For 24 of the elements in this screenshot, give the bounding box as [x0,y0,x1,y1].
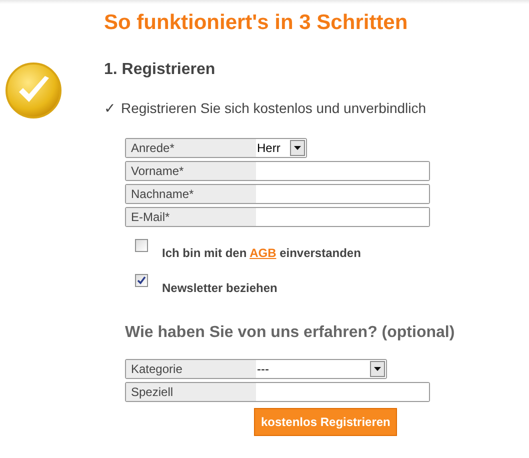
check-badge-icon [5,62,62,119]
check-mark: ✓ [104,99,116,118]
field-label: Anrede* [126,139,256,157]
step-heading: 1. Registrieren [104,60,216,80]
caret-icon [370,361,385,377]
checkbox[interactable] [135,274,148,287]
section-heading: Wie haben Sie von uns erfahren? (optional) [125,323,455,343]
caret-icon [290,140,305,156]
field-label: Vorname* [126,162,256,180]
field-label: Speziell [126,383,256,401]
checkbox[interactable] [135,239,148,252]
input-field[interactable]: E-Mail* [125,207,430,227]
page-title: So funktioniert's in 3 Schritten [104,10,408,36]
dropdown[interactable]: --- [256,360,386,378]
checkbox-label: Newsletter beziehen [162,281,278,295]
intro-text: Registrieren Sie sich kostenlos und unverbindlich [121,99,426,118]
input-field[interactable]: Nachname* [125,184,430,204]
field-label: Kategorie [126,360,256,378]
input-field[interactable]: Vorname* [125,161,430,181]
field-label: E-Mail* [126,208,256,226]
input-field[interactable]: Speziell [125,382,430,402]
dropdown[interactable]: Herr [256,139,306,157]
field-label: Nachname* [126,185,256,203]
checkbox-label: Ich bin mit den AGB einverstanden [162,246,361,260]
